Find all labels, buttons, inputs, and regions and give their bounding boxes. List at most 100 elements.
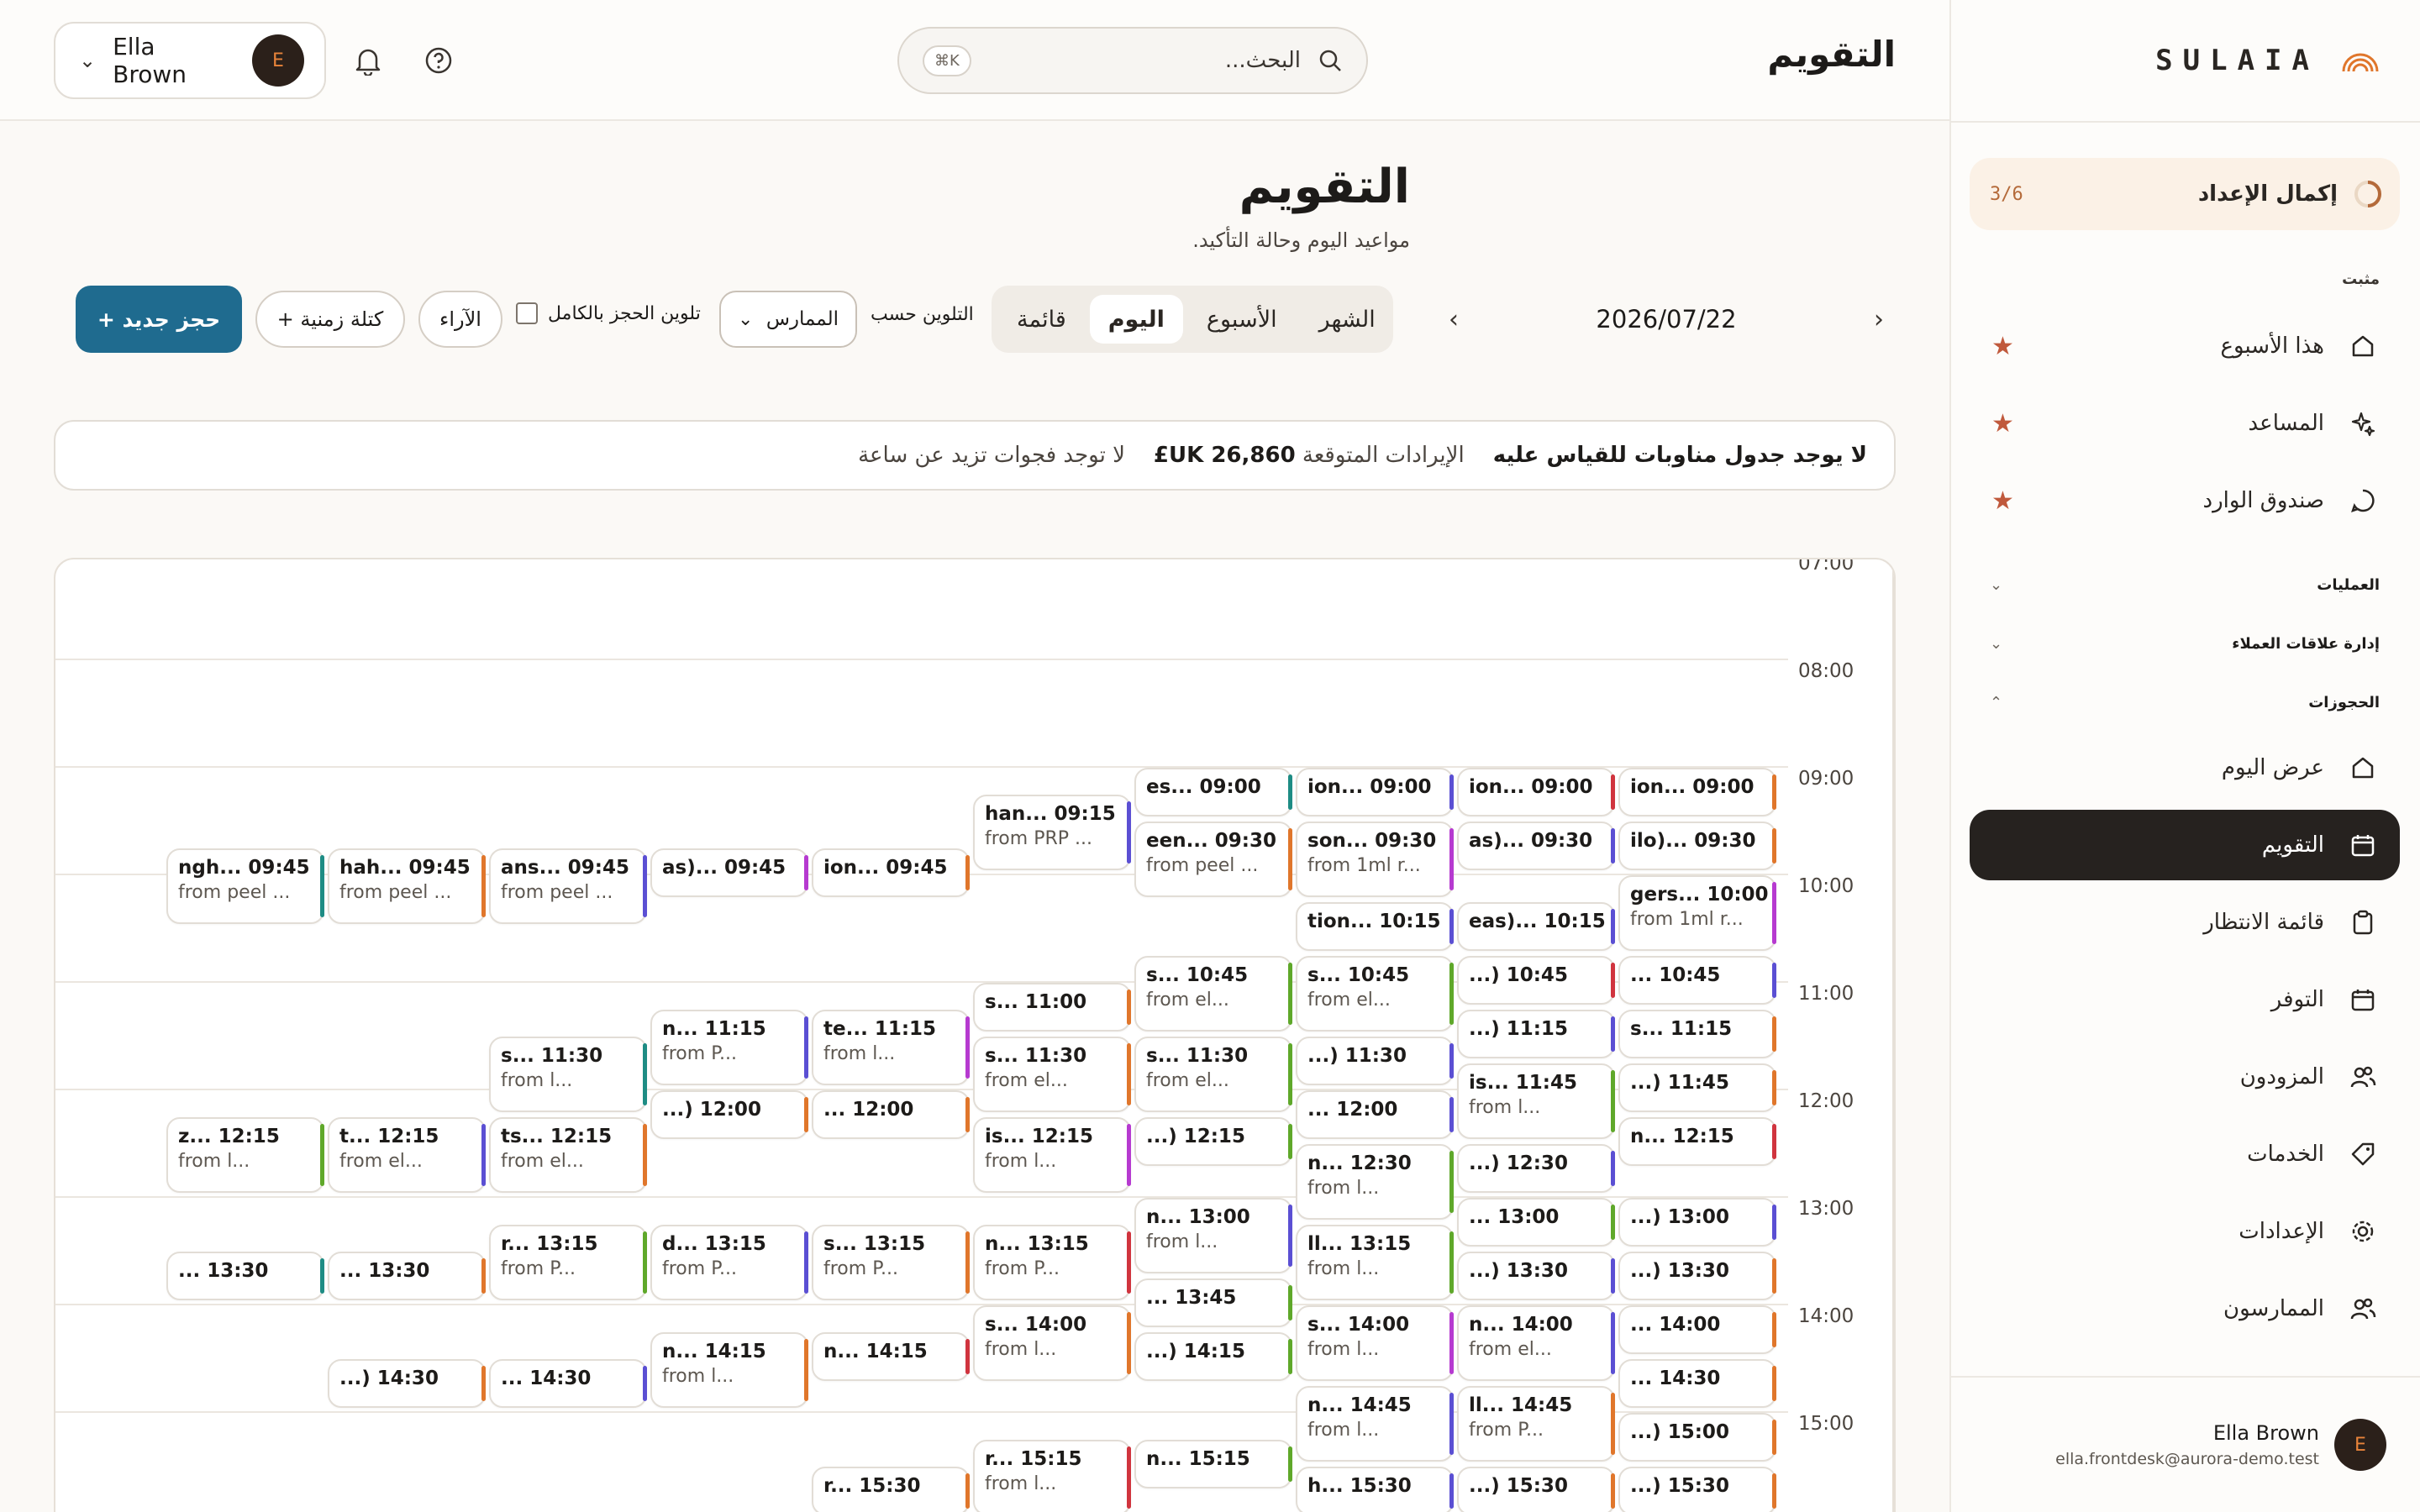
appointment-card[interactable]: ...) 12:30 — [1457, 1144, 1615, 1193]
appointment-card[interactable]: ... 13:30 — [166, 1252, 324, 1300]
appointment-card[interactable]: ...) 13:30 — [1618, 1252, 1776, 1300]
appointment-card[interactable]: n... 14:15 — [812, 1332, 970, 1381]
appointment-card[interactable]: n... 13:00 from l... — [1134, 1198, 1292, 1273]
appointment-card[interactable]: n... 13:15 from P... — [973, 1225, 1131, 1300]
appointment-card[interactable]: ion... 09:45 — [812, 848, 970, 897]
appointment-card[interactable]: n... 14:15 from l... — [650, 1332, 808, 1408]
sidebar-item-assistant[interactable]: المساعد ★ — [1970, 388, 2400, 459]
tab-week[interactable]: الأسبوع — [1188, 295, 1296, 344]
full-coloring-toggle[interactable]: تلوين الحجز بالكامل — [516, 302, 701, 324]
appointment-card[interactable]: ...) 10:45 — [1457, 956, 1615, 1005]
appointment-card[interactable]: s... 11:30 from el... — [1134, 1037, 1292, 1112]
appointment-card[interactable]: z... 12:15 from l... — [166, 1117, 324, 1193]
appointment-card[interactable]: ... 10:45 — [1618, 956, 1776, 1005]
appointment-card[interactable]: s... 13:15 from P... — [812, 1225, 970, 1300]
appointment-card[interactable]: ans... 09:45 from peel ... — [489, 848, 647, 924]
appointment-card[interactable]: ...) 13:30 — [1457, 1252, 1615, 1300]
appointment-card[interactable]: ts... 12:15 from el... — [489, 1117, 647, 1193]
appointment-card[interactable]: d... 13:15 from P... — [650, 1225, 808, 1300]
appointment-card[interactable]: ...) 11:30 — [1296, 1037, 1454, 1085]
appointment-card[interactable]: ion... 09:00 — [1618, 768, 1776, 816]
appointment-card[interactable]: ...) 15:30 — [1457, 1467, 1615, 1512]
appointment-card[interactable]: r... 15:15 from l... — [973, 1440, 1131, 1512]
appointment-card[interactable]: ...) 14:15 — [1134, 1332, 1292, 1381]
appointment-card[interactable]: is... 12:15 from l... — [973, 1117, 1131, 1193]
appointment-card[interactable]: hah... 09:45 from peel ... — [328, 848, 486, 924]
appointment-card[interactable]: s... 11:15 — [1618, 1010, 1776, 1058]
appointment-card[interactable]: eas)... 10:15 — [1457, 902, 1615, 951]
appointment-card[interactable]: ... 13:30 — [328, 1252, 486, 1300]
star-icon[interactable]: ★ — [1991, 332, 2014, 361]
section-bookings[interactable]: الحجوزات ⌃ — [1990, 694, 2380, 711]
appointment-card[interactable]: ion... 09:00 — [1457, 768, 1615, 816]
sidebar-item-settings[interactable]: الإعدادات — [1970, 1196, 2400, 1267]
appointment-card[interactable]: s... 11:00 — [973, 983, 1131, 1032]
full-coloring-checkbox[interactable] — [516, 302, 538, 324]
appointment-card[interactable]: s... 10:45 from el... — [1296, 956, 1454, 1032]
appointment-card[interactable]: son... 09:30 from 1ml r... — [1296, 822, 1454, 897]
appointment-card[interactable]: n... 12:15 — [1618, 1117, 1776, 1166]
time-block-button[interactable]: + كتلة زمنية — [255, 291, 405, 348]
section-operations[interactable]: العمليات ⌄ — [1990, 576, 2380, 594]
appointment-card[interactable]: h... 15:30 — [1296, 1467, 1454, 1512]
sidebar-item-availability[interactable]: التوفر — [1970, 964, 2400, 1035]
appointment-card[interactable]: ... 13:45 — [1134, 1278, 1292, 1327]
star-icon[interactable]: ★ — [1991, 486, 2014, 516]
appointment-card[interactable]: ... 12:00 — [812, 1090, 970, 1139]
sidebar-user-profile[interactable]: E Ella Brown ella.frontdesk@aurora-demo.… — [1949, 1376, 2420, 1512]
new-booking-button[interactable]: + حجز جديد — [76, 286, 242, 353]
appointment-card[interactable]: ...) 13:00 — [1618, 1198, 1776, 1247]
brand[interactable]: SULAIA — [2155, 37, 2380, 84]
appointment-card[interactable]: een... 09:30 from peel ... — [1134, 822, 1292, 897]
star-icon[interactable]: ★ — [1991, 409, 2014, 438]
appointment-card[interactable]: s... 11:30 from el... — [973, 1037, 1131, 1112]
setup-progress-button[interactable]: إكمال الإعداد 3/6 — [1970, 158, 2400, 230]
appointment-card[interactable]: t... 12:15 from el... — [328, 1117, 486, 1193]
color-by-select[interactable]: ⌄ الممارس — [719, 291, 857, 348]
appointment-card[interactable]: ... 14:30 — [1618, 1359, 1776, 1408]
bell-icon[interactable] — [350, 42, 387, 79]
appointment-card[interactable]: ...) 12:15 — [1134, 1117, 1292, 1166]
sidebar-item-inbox[interactable]: صندوق الوارد ★ — [1970, 465, 2400, 536]
sidebar-item-services[interactable]: الخدمات — [1970, 1119, 2400, 1189]
appointment-card[interactable]: s... 11:30 from l... — [489, 1037, 647, 1112]
appointment-card[interactable]: s... 14:00 from l... — [973, 1305, 1131, 1381]
appointment-card[interactable]: r... 13:15 from P... — [489, 1225, 647, 1300]
sidebar-item-waitlist[interactable]: قائمة الانتظار — [1970, 887, 2400, 958]
search-input[interactable]: البحث... ⌘K — [897, 27, 1368, 94]
appointment-card[interactable]: ... 12:00 — [1296, 1090, 1454, 1139]
appointment-card[interactable]: te... 11:15 from l... — [812, 1010, 970, 1085]
sidebar-item-practitioners[interactable]: الممارسون — [1970, 1273, 2400, 1344]
sidebar-item-providers[interactable]: المزودون — [1970, 1042, 2400, 1112]
sidebar-item-this-week[interactable]: هذا الأسبوع ★ — [1970, 311, 2400, 381]
appointment-card[interactable]: ...) 15:00 — [1618, 1413, 1776, 1462]
appointment-card[interactable]: tion... 10:15 — [1296, 902, 1454, 951]
day-calendar-grid[interactable]: 07:00 08:00 09:00 10:00 11:00 12:00 13:00 14:00… — [54, 558, 1896, 1512]
help-icon[interactable] — [420, 42, 457, 79]
appointment-card[interactable]: ... 14:00 — [1618, 1305, 1776, 1354]
appointment-card[interactable]: n... 14:00 from el... — [1457, 1305, 1615, 1381]
appointment-card[interactable]: ... 13:00 — [1457, 1198, 1615, 1247]
user-menu-button[interactable]: ⌄ Ella Brown E — [54, 22, 326, 99]
appointment-card[interactable]: ...) 11:15 — [1457, 1010, 1615, 1058]
appointment-card[interactable]: ...) 14:30 — [328, 1359, 486, 1408]
opinions-button[interactable]: الآراء — [418, 291, 502, 348]
appointment-card[interactable]: s... 14:00 from l... — [1296, 1305, 1454, 1381]
appointment-card[interactable]: ngh... 09:45 from peel ... — [166, 848, 324, 924]
appointment-card[interactable]: han... 09:15 from PRP ... — [973, 795, 1131, 870]
appointment-card[interactable]: ...) 11:45 — [1618, 1063, 1776, 1112]
sidebar-item-today-view[interactable]: عرض اليوم — [1970, 732, 2400, 803]
appointment-card[interactable]: n... 11:15 from P... — [650, 1010, 808, 1085]
appointment-card[interactable]: r... 15:30 — [812, 1467, 970, 1512]
appointment-card[interactable]: gers... 10:00 from 1ml r... — [1618, 875, 1776, 951]
appointment-card[interactable]: ilo)... 09:30 — [1618, 822, 1776, 870]
chevron-right-icon[interactable]: › — [1862, 305, 1896, 334]
appointment-card[interactable]: n... 12:30 from l... — [1296, 1144, 1454, 1220]
section-crm[interactable]: إدارة علاقات العملاء ⌄ — [1990, 635, 2380, 653]
chevron-left-icon[interactable]: ‹ — [1437, 305, 1470, 334]
appointment-card[interactable]: as)... 09:30 — [1457, 822, 1615, 870]
appointment-card[interactable]: n... 14:45 from l... — [1296, 1386, 1454, 1462]
appointment-card[interactable]: ll... 13:15 from l... — [1296, 1225, 1454, 1300]
tab-month[interactable]: الشهر — [1301, 295, 1394, 344]
appointment-card[interactable]: es... 09:00 — [1134, 768, 1292, 816]
